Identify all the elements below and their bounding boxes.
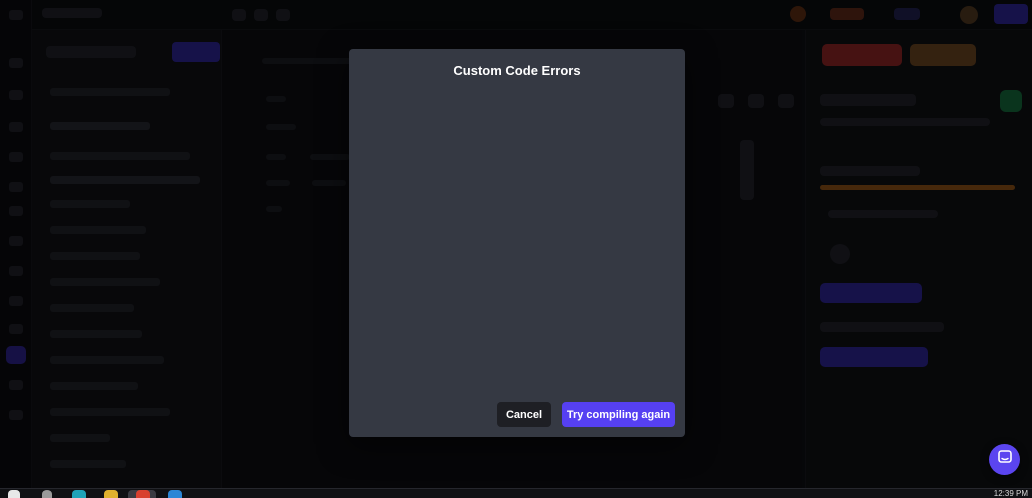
dialog-title: Custom Code Errors: [453, 63, 581, 78]
try-compiling-again-button[interactable]: Try compiling again: [562, 402, 675, 427]
windows-start-icon[interactable]: [8, 490, 20, 498]
vscode-icon[interactable]: [168, 490, 182, 498]
edge-browser-icon[interactable]: [72, 490, 86, 498]
chrome-icon[interactable]: [136, 490, 150, 498]
search-icon[interactable]: [42, 490, 52, 498]
custom-code-errors-dialog: Custom Code Errors Cancel Try compiling …: [349, 49, 685, 437]
file-explorer-icon[interactable]: [104, 490, 118, 498]
taskbar-clock: 12:39 PM: [993, 489, 1028, 498]
cancel-button[interactable]: Cancel: [497, 402, 551, 427]
error-list-area: [363, 91, 671, 389]
chat-launcher-button[interactable]: [989, 444, 1020, 475]
chat-bubble-icon: [997, 449, 1013, 470]
